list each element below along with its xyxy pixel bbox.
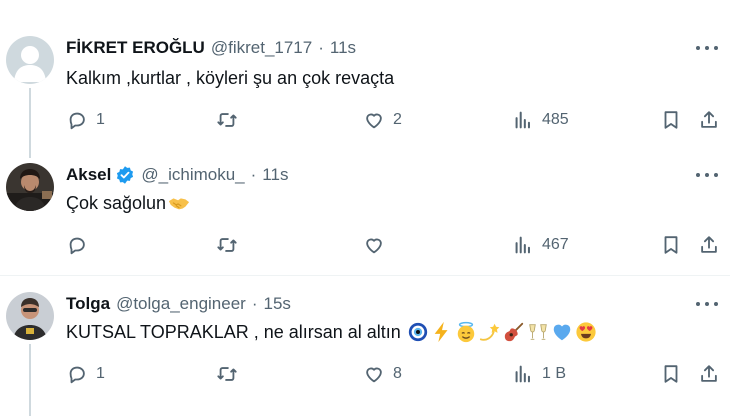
like-icon: [366, 238, 382, 254]
more-icon[interactable]: [696, 40, 718, 56]
retweet-icon: [217, 367, 237, 381]
bookmark-icon: [664, 111, 678, 129]
retweet-icon: [217, 238, 237, 252]
retweet-icon: [217, 113, 237, 127]
views-count: 467: [542, 236, 569, 253]
like-button[interactable]: 2: [363, 108, 402, 132]
bookmark-icon: [664, 365, 678, 383]
share-button[interactable]: [698, 362, 720, 386]
guitar-emoji: [504, 322, 523, 342]
author-name[interactable]: Aksel: [66, 165, 111, 185]
share-icon: [701, 111, 717, 128]
retweet-button[interactable]: [216, 233, 246, 257]
views-icon: [515, 365, 530, 383]
like-icon: [366, 113, 382, 129]
reply-icon: [69, 237, 85, 255]
tweet-header: Aksel @_ichimoku_ · 11s: [66, 163, 288, 187]
tweet-divider: [0, 275, 730, 276]
tweet-text: KUTSAL TOPRAKLAR , ne alırsan al altın: [66, 320, 597, 344]
views-button[interactable]: 485: [512, 108, 569, 132]
reply-button[interactable]: 1: [66, 108, 105, 132]
like-button[interactable]: 8: [363, 362, 402, 386]
views-icon: [515, 111, 530, 129]
views-button[interactable]: 467: [512, 233, 569, 257]
tweet-actions: 1 8 1 B: [66, 362, 730, 386]
nazar-emoji: [408, 322, 427, 342]
thread-line: [29, 88, 31, 158]
halo-face-emoji: [457, 321, 475, 343]
avatar[interactable]: [6, 292, 54, 340]
like-button[interactable]: [363, 233, 393, 257]
verified-badge-icon[interactable]: [115, 165, 135, 185]
reply-button[interactable]: [66, 233, 96, 257]
author-handle[interactable]: @_ichimoku_: [141, 165, 244, 185]
reply-count: 1: [96, 365, 105, 382]
author-handle[interactable]: @fikret_1717: [211, 38, 312, 58]
separator-dot: ·: [251, 294, 258, 313]
thread-line: [29, 344, 31, 416]
clinking-glasses-emoji: [529, 324, 547, 340]
like-icon: [366, 367, 382, 383]
handshake-emoji: [168, 198, 190, 210]
timestamp[interactable]: 15s: [264, 294, 291, 314]
share-button[interactable]: [698, 108, 720, 132]
bookmark-icon: [664, 236, 678, 254]
like-count: 8: [393, 365, 402, 382]
share-button[interactable]: [698, 233, 720, 257]
separator-dot: ·: [250, 165, 257, 184]
share-icon: [701, 236, 717, 253]
author-name[interactable]: Tolga: [66, 294, 110, 314]
lightning-emoji: [434, 321, 448, 343]
tweet-text: Çok sağolun: [66, 191, 190, 215]
tweet-text-content: Çok sağolun: [66, 193, 167, 213]
timestamp[interactable]: 11s: [330, 38, 356, 58]
views-count: 485: [542, 111, 569, 128]
author-handle[interactable]: @tolga_engineer: [116, 294, 246, 314]
bookmark-button[interactable]: [660, 233, 682, 257]
author-name[interactable]: FİKRET EROĞLU: [66, 38, 205, 58]
reply-icon: [69, 112, 85, 130]
blue-heart-emoji: [553, 324, 571, 341]
reply-button[interactable]: 1: [66, 362, 105, 386]
retweet-button[interactable]: [216, 108, 246, 132]
tweet-header: Tolga @tolga_engineer · 15s: [66, 292, 291, 316]
views-button[interactable]: 1 B: [512, 362, 566, 386]
tweet-text-content: KUTSAL TOPRAKLAR , ne alırsan al altın: [66, 322, 401, 342]
views-count: 1 B: [542, 365, 567, 382]
retweet-button[interactable]: [216, 362, 246, 386]
tweet-text-content: Kalkım ,kurtlar , köyleri şu an çok reva…: [66, 68, 395, 88]
like-count: 2: [393, 111, 402, 128]
bookmark-button[interactable]: [660, 362, 682, 386]
tweet-text: Kalkım ,kurtlar , köyleri şu an çok reva…: [66, 66, 394, 90]
more-icon[interactable]: [696, 296, 718, 312]
tweet-actions: 467: [66, 233, 730, 257]
emoji-row: [407, 321, 597, 343]
avatar[interactable]: [6, 36, 54, 84]
separator-dot: ·: [318, 38, 324, 57]
tweet-header: FİKRET EROĞLU @fikret_1717 · 11s: [66, 36, 356, 60]
avatar[interactable]: [6, 163, 54, 211]
dizzy-star-emoji: [479, 323, 500, 341]
reply-icon: [69, 366, 85, 384]
timestamp[interactable]: 11s: [262, 165, 288, 185]
views-icon: [515, 236, 530, 254]
share-icon: [701, 365, 717, 382]
heart-eyes-emoji: [576, 322, 596, 342]
tweet-actions: 1 2 485: [66, 108, 730, 132]
reply-count: 1: [96, 111, 105, 128]
bookmark-button[interactable]: [660, 108, 682, 132]
more-icon[interactable]: [696, 167, 718, 183]
